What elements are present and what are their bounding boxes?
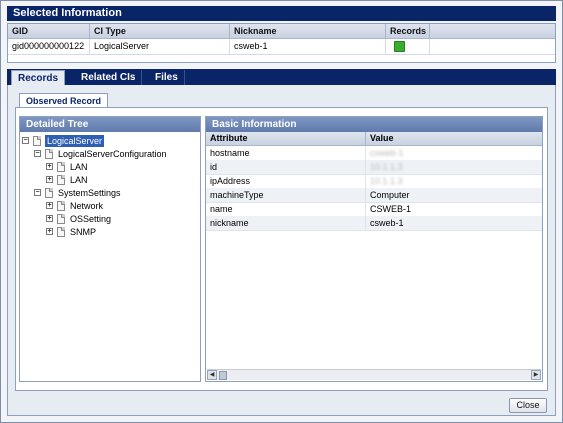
records-content: Observed Record Detailed Tree − LogicalS… bbox=[7, 85, 556, 416]
table-row[interactable]: nickname csweb-1 bbox=[206, 216, 542, 231]
scroll-right-icon[interactable]: ▶ bbox=[531, 370, 541, 380]
tree-node-label: LAN bbox=[70, 175, 88, 185]
tab-bar: Records Related CIs Files bbox=[7, 69, 556, 85]
table-row[interactable]: id 10.1.1.3 bbox=[206, 160, 542, 175]
selected-information-header: Selected Information bbox=[7, 6, 556, 21]
detailed-tree-panel: Detailed Tree − LogicalServer − LogicalS… bbox=[19, 116, 201, 382]
collapse-icon[interactable]: − bbox=[34, 150, 41, 157]
column-gid: GID bbox=[8, 24, 90, 38]
tab-related-cis[interactable]: Related CIs bbox=[75, 70, 143, 85]
document-icon bbox=[57, 201, 65, 211]
document-icon bbox=[57, 175, 65, 185]
expand-icon[interactable]: + bbox=[46, 228, 53, 235]
tree-node-label: SNMP bbox=[70, 227, 97, 237]
tree-node-label: OSSetting bbox=[70, 214, 112, 224]
tree-node-label: LogicalServer bbox=[45, 135, 105, 147]
document-icon bbox=[45, 188, 53, 198]
collapse-icon[interactable]: − bbox=[22, 137, 29, 144]
nickname-value: csweb-1 bbox=[230, 39, 386, 54]
document-icon bbox=[45, 149, 53, 159]
tree-node-label: Network bbox=[70, 201, 104, 211]
column-value: Value bbox=[370, 133, 394, 143]
attribute-cell: name bbox=[206, 202, 366, 216]
selected-information-table: GID CI Type Nickname Records gid00000000… bbox=[7, 23, 556, 63]
table-row[interactable]: hostname csweb-1 bbox=[206, 146, 542, 161]
document-icon bbox=[57, 227, 65, 237]
column-attribute: Attribute bbox=[206, 132, 366, 145]
table-header: Attribute Value bbox=[206, 132, 542, 146]
tree-node-label: LAN bbox=[70, 162, 88, 172]
observed-record-panel: Detailed Tree − LogicalServer − LogicalS… bbox=[15, 107, 548, 391]
attribute-cell: id bbox=[206, 160, 366, 174]
dialog-window: Selected Information GID CI Type Nicknam… bbox=[0, 0, 563, 423]
basic-information-panel: Basic Information Attribute Value hostna… bbox=[205, 116, 543, 382]
document-icon bbox=[57, 162, 65, 172]
value-cell: Computer bbox=[370, 190, 410, 200]
records-icon[interactable] bbox=[394, 41, 405, 52]
ci-type-value: LogicalServer bbox=[90, 39, 230, 54]
column-nickname: Nickname bbox=[230, 24, 386, 38]
document-icon bbox=[33, 136, 41, 146]
expand-icon[interactable]: + bbox=[46, 215, 53, 222]
value-cell: 10.1.1.3 bbox=[370, 176, 403, 186]
table-row[interactable]: machineType Computer bbox=[206, 188, 542, 203]
value-cell: csweb-1 bbox=[370, 148, 404, 158]
scroll-thumb[interactable] bbox=[219, 371, 227, 380]
attribute-cell: nickname bbox=[206, 216, 366, 230]
gid-value: gid000000000122 bbox=[8, 39, 90, 54]
table-row[interactable]: ipAddress 10.1.1.3 bbox=[206, 174, 542, 189]
tree-node-label: LogicalServerConfiguration bbox=[58, 149, 167, 159]
table-row[interactable]: gid000000000122 LogicalServer csweb-1 bbox=[8, 39, 555, 55]
tab-records[interactable]: Records bbox=[11, 70, 66, 85]
attribute-cell: machineType bbox=[206, 188, 366, 202]
collapse-icon[interactable]: − bbox=[34, 189, 41, 196]
expand-icon[interactable]: + bbox=[46, 163, 53, 170]
table-row[interactable]: name CSWEB-1 bbox=[206, 202, 542, 217]
expand-icon[interactable]: + bbox=[46, 176, 53, 183]
tab-files[interactable]: Files bbox=[149, 70, 185, 85]
document-icon bbox=[57, 214, 65, 224]
selected-information-title: Selected Information bbox=[13, 7, 122, 19]
column-records: Records bbox=[386, 24, 430, 38]
close-button[interactable]: Close bbox=[509, 398, 547, 413]
basic-information-title: Basic Information bbox=[206, 117, 542, 132]
tree-node-label: SystemSettings bbox=[58, 188, 121, 198]
tab-observed-record[interactable]: Observed Record bbox=[19, 93, 109, 107]
value-cell: 10.1.1.3 bbox=[370, 162, 403, 172]
attribute-cell: hostname bbox=[206, 146, 366, 160]
records-cell bbox=[386, 39, 430, 54]
horizontal-scrollbar[interactable]: ◀ ▶ bbox=[207, 369, 541, 380]
attribute-cell: ipAddress bbox=[206, 174, 366, 188]
value-cell: CSWEB-1 bbox=[370, 204, 412, 214]
expand-icon[interactable]: + bbox=[46, 202, 53, 209]
scroll-left-icon[interactable]: ◀ bbox=[207, 370, 217, 380]
column-ci-type: CI Type bbox=[90, 24, 230, 38]
value-cell: csweb-1 bbox=[370, 218, 404, 228]
table-header: GID CI Type Nickname Records bbox=[8, 24, 555, 39]
detailed-tree-title: Detailed Tree bbox=[20, 117, 200, 132]
